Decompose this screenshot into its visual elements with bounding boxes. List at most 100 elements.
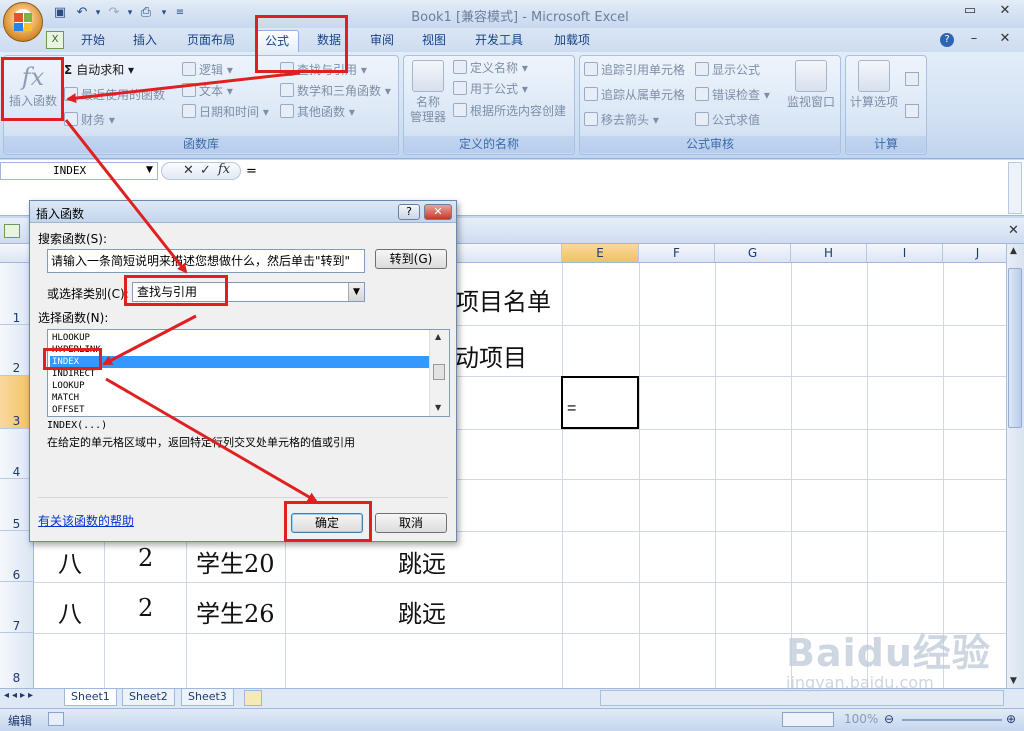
active-cell-e3[interactable]: =: [561, 376, 639, 429]
tab-addins[interactable]: 加载项: [544, 30, 600, 52]
logical-button[interactable]: 逻辑 ▾: [182, 61, 233, 79]
text-button[interactable]: 文本 ▾: [182, 82, 233, 100]
function-item-lookup[interactable]: LOOKUP: [50, 380, 431, 392]
tab-view[interactable]: 视图: [412, 30, 456, 52]
tab-review[interactable]: 审阅: [360, 30, 404, 52]
remove-arrows-button[interactable]: 移去箭头 ▾: [584, 111, 659, 129]
formula-input[interactable]: =: [246, 164, 257, 179]
qat-menu-icon[interactable]: ≡: [172, 5, 188, 21]
tab-insert[interactable]: 插入: [122, 30, 168, 52]
tab-home[interactable]: 开始: [70, 30, 116, 52]
cancel-formula-icon[interactable]: ✕: [183, 163, 194, 178]
show-formulas-button[interactable]: 显示公式: [695, 61, 760, 79]
error-checking-button[interactable]: 错误检查 ▾: [695, 86, 770, 104]
more-functions-button[interactable]: 其他函数 ▾: [280, 103, 355, 121]
function-item-indirect[interactable]: INDIRECT: [50, 368, 431, 380]
zoom-out-icon[interactable]: ⊖: [884, 712, 894, 726]
column-header-f[interactable]: F: [639, 244, 715, 263]
zoom-in-icon[interactable]: ⊕: [1006, 712, 1016, 726]
function-item-offset[interactable]: OFFSET: [50, 404, 431, 416]
cell-b6[interactable]: 2: [138, 544, 153, 572]
calc-options-button[interactable]: 计算选项: [848, 60, 900, 110]
define-name-button[interactable]: 定义名称 ▾: [453, 59, 528, 77]
row-header-8[interactable]: 8: [0, 633, 34, 688]
dialog-title-bar[interactable]: [30, 201, 456, 223]
function-list[interactable]: HLOOKUP HYPERLINK INDEX INDIRECT LOOKUP …: [47, 329, 450, 417]
sheet-tab-2[interactable]: Sheet2: [122, 689, 175, 706]
financial-button[interactable]: 财务 ▾: [64, 111, 115, 129]
restore-icon[interactable]: –: [962, 30, 986, 48]
close-workbook-icon[interactable]: ✕: [993, 30, 1017, 48]
redo-icon[interactable]: ↷: [106, 5, 122, 21]
cell-title-row2[interactable]: 动项目: [455, 338, 527, 373]
column-header-g[interactable]: G: [715, 244, 791, 263]
list-scroll-thumb[interactable]: [433, 364, 445, 380]
cell-d7[interactable]: 跳远: [398, 594, 446, 629]
column-header-i[interactable]: I: [867, 244, 943, 263]
calc-sheet-icon[interactable]: [905, 104, 919, 118]
function-item-match[interactable]: MATCH: [50, 392, 431, 404]
goto-button[interactable]: 转到(G): [375, 249, 447, 269]
function-item-hyperlink[interactable]: HYPERLINK: [50, 344, 431, 356]
zoom-slider[interactable]: [902, 719, 1002, 721]
name-box[interactable]: INDEX: [0, 162, 158, 180]
minimize-icon[interactable]: ▭: [958, 2, 982, 20]
tab-developer[interactable]: 开发工具: [464, 30, 534, 52]
insert-sheet-icon[interactable]: [244, 690, 262, 706]
cell-c6[interactable]: 学生20: [196, 544, 275, 579]
print-preview-icon[interactable]: ⎙: [138, 5, 154, 21]
datetime-button[interactable]: 日期和时间 ▾: [182, 103, 269, 121]
function-help-link[interactable]: 有关该函数的帮助: [38, 512, 134, 529]
function-item-hlookup[interactable]: HLOOKUP: [50, 332, 431, 344]
cell-title-row1[interactable]: 项目名单: [455, 282, 551, 317]
name-manager-button[interactable]: 名称 管理器: [406, 60, 450, 125]
cell-d6[interactable]: 跳远: [398, 544, 446, 579]
evaluate-formula-button[interactable]: 公式求值: [695, 111, 760, 129]
cell-c7[interactable]: 学生26: [196, 594, 275, 629]
cell-b7[interactable]: 2: [138, 594, 153, 622]
column-header-j[interactable]: J: [943, 244, 1006, 263]
dialog-close-icon[interactable]: ✕: [424, 204, 452, 220]
sheet-tab-1[interactable]: Sheet1: [64, 689, 117, 706]
vertical-scroll-thumb[interactable]: [1008, 268, 1022, 428]
autosum-button[interactable]: Σ 自动求和 ▾: [64, 61, 134, 79]
close-window-icon[interactable]: ✕: [993, 2, 1017, 20]
workbook-close-icon[interactable]: ✕: [1008, 223, 1019, 238]
column-header-h[interactable]: H: [791, 244, 867, 263]
function-item-index[interactable]: INDEX: [50, 356, 431, 368]
tab-page-layout[interactable]: 页面布局: [178, 30, 244, 52]
trace-dependents-button[interactable]: 追踪从属单元格: [584, 86, 685, 104]
watch-window-button[interactable]: 监视窗口: [784, 60, 838, 110]
use-in-formula-button[interactable]: 用于公式 ▾: [453, 80, 528, 98]
horizontal-scrollbar[interactable]: [600, 690, 1004, 706]
category-dropdown-icon[interactable]: ▼: [348, 283, 364, 301]
redo-dropdown-icon[interactable]: ▾: [122, 5, 138, 21]
formula-fx-icon[interactable]: fx: [218, 162, 230, 177]
cancel-button[interactable]: 取消: [375, 513, 447, 533]
scroll-down-icon[interactable]: ▼: [1010, 676, 1017, 686]
math-trig-button[interactable]: 数学和三角函数 ▾: [280, 82, 391, 100]
sheet-tab-3[interactable]: Sheet3: [181, 689, 234, 706]
list-scroll-up-icon[interactable]: ▲: [435, 332, 441, 341]
cell-a6[interactable]: 八: [58, 544, 82, 579]
macro-record-icon[interactable]: [48, 712, 64, 726]
dialog-help-icon[interactable]: ?: [398, 204, 420, 220]
cell-a7[interactable]: 八: [58, 594, 82, 629]
zoom-level[interactable]: 100%: [844, 712, 878, 726]
qat-customize-icon[interactable]: ▾: [156, 5, 172, 21]
trace-precedents-button[interactable]: 追踪引用单元格: [584, 61, 685, 79]
row-header-7[interactable]: 7: [0, 582, 34, 633]
create-from-selection-button[interactable]: 根据所选内容创建: [453, 102, 566, 120]
formula-expand-icon[interactable]: [1008, 162, 1022, 214]
undo-dropdown-icon[interactable]: ▾: [90, 5, 106, 21]
view-buttons-icon[interactable]: [782, 712, 834, 727]
calc-now-icon[interactable]: [905, 72, 919, 86]
function-list-scrollbar[interactable]: ▲ ▼: [429, 330, 449, 416]
sheet-nav-icon[interactable]: ◂◂▸▸: [4, 690, 36, 701]
help-icon[interactable]: ?: [940, 33, 954, 47]
column-header-e[interactable]: E: [562, 244, 639, 263]
list-scroll-down-icon[interactable]: ▼: [435, 403, 441, 412]
recent-functions-button[interactable]: 最近使用的函数: [64, 86, 165, 104]
search-function-input[interactable]: 请输入一条简短说明来描述您想做什么，然后单击"转到": [47, 249, 365, 273]
scroll-up-icon[interactable]: ▲: [1010, 246, 1017, 256]
